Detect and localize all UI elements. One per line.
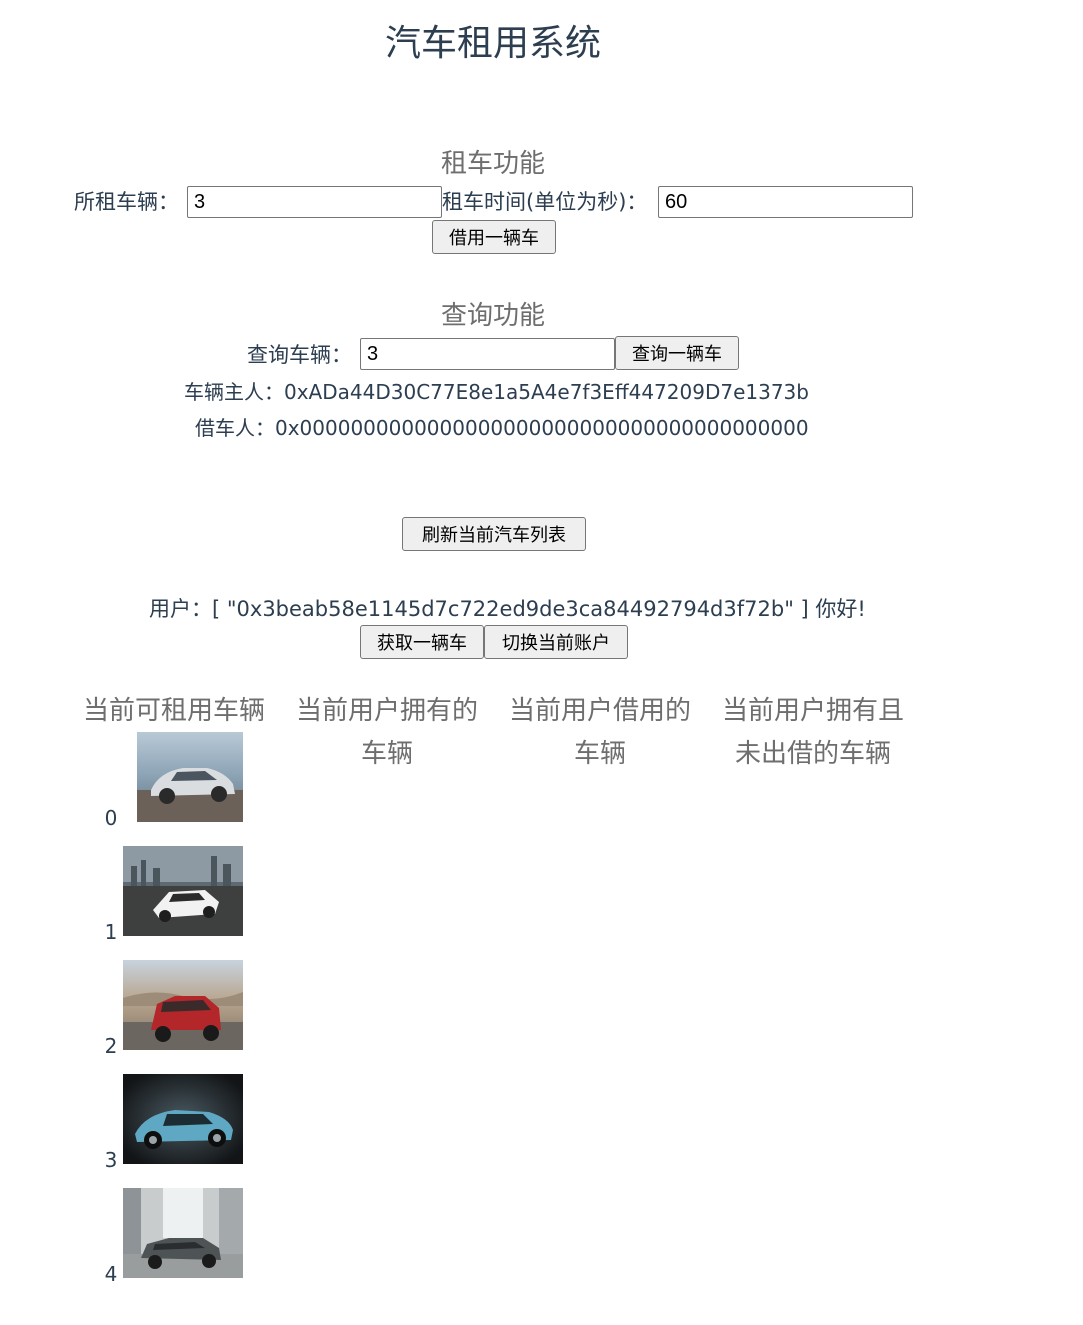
user-greeting: 你好! <box>815 597 866 621</box>
query-car-label: 查询车辆： <box>247 343 352 367</box>
owner-label: 车辆主人： <box>184 380 284 404</box>
column-title-line2: 未出借的车辆 <box>734 739 891 769</box>
column-title-line2: 车辆 <box>360 739 413 769</box>
car-list-item: 2 <box>100 960 250 1058</box>
car-list-item: 4 <box>100 1188 250 1286</box>
user-greeting-line: 用户：[ "0x3beab58e1145d7c722ed9de3ca844927… <box>149 593 866 623</box>
query-car-button[interactable]: 查询一辆车 <box>615 336 739 370</box>
get-car-button[interactable]: 获取一辆车 <box>360 625 484 659</box>
column-title-line2: 车辆 <box>573 739 626 769</box>
rent-car-label: 所租车辆： <box>74 190 179 214</box>
page-title: 汽车租用系统 <box>384 23 601 64</box>
car-index: 4 <box>104 1262 118 1286</box>
rent-car-input[interactable] <box>187 186 442 218</box>
borrower-line: 借车人：0x0000000000000000000000000000000000… <box>195 412 809 441</box>
owner-value: 0xADa44D30C77E8e1a5A4e7f3Eff447209D7e137… <box>284 380 809 404</box>
car-index: 3 <box>104 1148 118 1172</box>
column-title-line1: 当前用户拥有且 <box>721 696 904 726</box>
user-address: [ "0x3beab58e1145d7c722ed9de3ca84492794d… <box>212 597 809 621</box>
column-owned-unlent-cars: 当前用户拥有且 未出借的车辆 <box>713 690 913 776</box>
column-title-line1: 当前可租用车辆 <box>82 696 265 726</box>
column-owned-cars: 当前用户拥有的 车辆 <box>287 690 487 776</box>
car-image <box>123 1188 243 1278</box>
car-list-item: 1 <box>100 846 250 944</box>
car-list-item: 0 <box>100 732 250 830</box>
query-car-input[interactable] <box>360 338 615 370</box>
car-list-item: 3 <box>100 1074 250 1172</box>
borrower-value: 0x00000000000000000000000000000000000000… <box>275 416 809 440</box>
car-image <box>123 960 243 1050</box>
car-image <box>123 846 243 936</box>
rent-time-input[interactable] <box>658 186 913 218</box>
column-available-cars: 当前可租用车辆 <box>74 690 274 733</box>
car-index: 1 <box>104 920 118 944</box>
column-title-line1: 当前用户借用的 <box>508 696 691 726</box>
car-image <box>137 732 243 822</box>
owner-line: 车辆主人：0xADa44D30C77E8e1a5A4e7f3Eff447209D… <box>184 376 809 405</box>
borrower-label: 借车人： <box>195 416 275 440</box>
rent-section-title: 租车功能 <box>440 149 545 179</box>
column-borrowed-cars: 当前用户借用的 车辆 <box>500 690 700 776</box>
borrow-car-button[interactable]: 借用一辆车 <box>432 220 556 254</box>
user-label: 用户： <box>149 597 212 621</box>
car-index: 2 <box>104 1034 118 1058</box>
switch-account-button[interactable]: 切换当前账户 <box>484 625 628 659</box>
column-title-line1: 当前用户拥有的 <box>295 696 478 726</box>
query-section-title: 查询功能 <box>440 301 545 331</box>
car-image <box>123 1074 243 1164</box>
refresh-car-list-button[interactable]: 刷新当前汽车列表 <box>402 517 586 551</box>
rent-time-label: 租车时间(单位为秒)： <box>442 190 648 214</box>
car-index: 0 <box>104 806 118 830</box>
